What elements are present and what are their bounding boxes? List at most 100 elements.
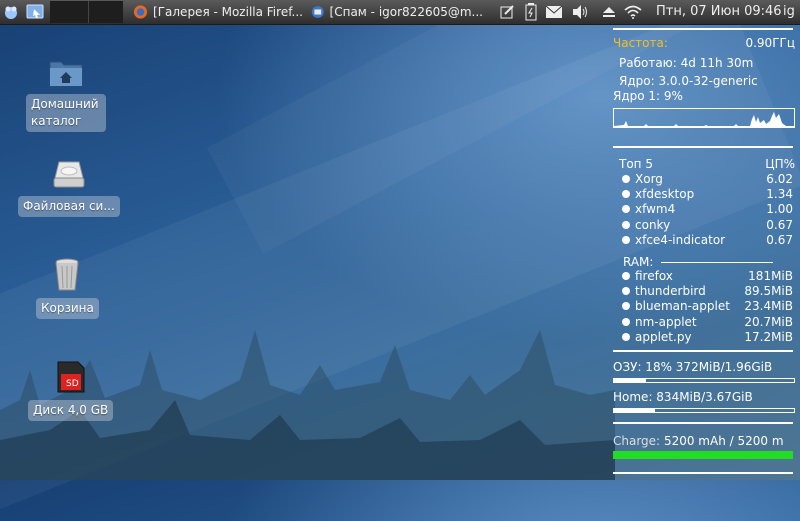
eject-icon[interactable] [600, 3, 618, 21]
freq-row: Частота: 0.90ГГц [613, 36, 795, 51]
mail-icon[interactable] [545, 3, 563, 21]
workspace-2[interactable] [88, 1, 123, 23]
firefox-icon [133, 5, 148, 19]
taskbar-item-title: [Спам - igor822605@m... [329, 5, 483, 19]
process-name: nm-applet [635, 314, 697, 329]
process-name: xfdesktop [635, 187, 695, 202]
core1-usage: Ядро 1: 9% [613, 89, 683, 103]
cpu-graph-line [614, 112, 794, 127]
charge-row: Charge: 5200 mAh / 5200 m [613, 434, 795, 449]
process-name: firefox [635, 269, 673, 283]
top-title: Топ 5 [619, 157, 653, 171]
divider [613, 422, 793, 424]
divider [613, 146, 793, 148]
top-header: Топ 5 ЦП% [619, 157, 795, 172]
desktop-icon-home[interactable]: Домашний каталог [26, 56, 106, 132]
ram-header: RAM: [623, 255, 800, 270]
process-row: Xorg 6.02 [613, 172, 793, 187]
bullet-icon [622, 190, 630, 199]
cpu-percent-header: ЦП% [765, 157, 795, 171]
notes-icon[interactable] [498, 3, 516, 21]
desktop-icon-label: Файловая си... [18, 196, 120, 217]
top-panel: [Галерея - Mozilla Firef... [Спам - igor… [0, 0, 800, 25]
process-value: 0.67 [766, 232, 793, 247]
desktop-icon-label: Домашний каталог [26, 94, 106, 132]
process-row: blueman-applet 23.4MiB [613, 299, 793, 314]
drive-icon [53, 161, 85, 188]
bullet-icon [622, 302, 630, 311]
xfce-menu-icon[interactable] [2, 3, 20, 21]
ozu-bar-fill [614, 379, 647, 382]
bullet-icon [622, 287, 630, 296]
home-folder-icon [49, 61, 83, 87]
kernel-version: Ядро: 3.0.0-32-generic [619, 74, 758, 88]
bullet-icon [622, 317, 630, 326]
process-row: xfce4-indicator 0.67 [613, 233, 793, 248]
workspace-1[interactable] [50, 1, 88, 23]
sd-card-icon: SD [57, 361, 85, 393]
process-value: 23.4MiB [744, 299, 793, 314]
charge-bar-fill [613, 451, 793, 459]
freq-value: 0.90ГГц [745, 36, 795, 50]
process-row: applet.py 17.2MiB [613, 330, 793, 345]
process-row: xfdesktop 1.34 [613, 187, 793, 202]
clock[interactable]: Птн, 07 Июн 09:46 [656, 4, 782, 19]
taskbar-item-firefox[interactable]: [Галерея - Mozilla Firef... [133, 2, 303, 22]
uptime: Работаю: 4d 11h 30m [619, 56, 754, 70]
bullet-icon [622, 205, 630, 214]
process-name: xfce4-indicator [635, 232, 726, 247]
bullet-icon [622, 272, 630, 280]
desktop-icon-filesystem[interactable]: Файловая си... [18, 158, 120, 217]
process-value: 1.00 [766, 202, 793, 217]
process-name: thunderbird [635, 284, 706, 299]
cpu-graph [613, 108, 795, 128]
user-menu[interactable]: ig [783, 4, 795, 19]
process-value: 1.34 [766, 187, 793, 202]
process-value: 181MiB [748, 269, 793, 283]
desktop-icon-trash[interactable]: Корзина [36, 258, 99, 319]
wifi-icon[interactable] [624, 3, 642, 21]
process-row: nm-applet 20.7MiB [613, 315, 793, 330]
process-name: xfwm4 [635, 202, 676, 217]
home-bar-fill [614, 409, 656, 412]
svg-text:SD: SD [66, 379, 79, 389]
process-row: xfwm4 1.00 [613, 202, 793, 217]
divider [613, 350, 793, 352]
charge-bar [613, 451, 793, 459]
ram-header-rule [661, 262, 774, 263]
divider [613, 28, 793, 30]
show-desktop-icon[interactable] [26, 3, 44, 21]
process-row: thunderbird 89.5MiB [613, 284, 793, 299]
taskbar-item-title: [Галерея - Mozilla Firef... [153, 5, 303, 19]
bullet-icon [622, 175, 630, 183]
thunderbird-icon [311, 6, 324, 18]
process-value: 89.5MiB [744, 284, 793, 299]
desktop-icon-label: Диск 4,0 GB [28, 400, 114, 421]
process-row: firefox 181MiB [613, 269, 793, 284]
home-bar [613, 408, 795, 413]
process-name: blueman-applet [635, 299, 730, 314]
bullet-icon [622, 235, 630, 244]
process-value: 17.2MiB [744, 329, 793, 344]
bullet-icon [622, 332, 630, 341]
desktop-icon-sd-disk[interactable]: SD Диск 4,0 GB [28, 360, 114, 421]
volume-icon[interactable] [571, 3, 589, 21]
process-name: Xorg [635, 172, 663, 186]
battery-icon[interactable] [522, 3, 540, 21]
charge-label: Charge: [613, 434, 661, 448]
process-name: conky [635, 217, 671, 232]
process-row: conky 0.67 [613, 218, 793, 233]
process-value: 0.67 [766, 217, 793, 232]
freq-label: Частота: [613, 36, 668, 50]
bullet-icon [622, 220, 630, 229]
trash-icon [55, 258, 79, 291]
desktop-icon-label: Корзина [36, 298, 99, 319]
divider [613, 472, 793, 474]
process-value: 6.02 [766, 172, 793, 186]
charge-value: 5200 mAh / 5200 m [663, 434, 784, 448]
ozu-usage: ОЗУ: 18% 372MiB/1.96GiB [613, 360, 773, 374]
process-value: 20.7MiB [744, 314, 793, 329]
taskbar-item-thunderbird[interactable]: [Спам - igor822605@m... [311, 2, 483, 22]
ram-header-label: RAM: [623, 255, 654, 269]
ozu-bar [613, 378, 795, 383]
